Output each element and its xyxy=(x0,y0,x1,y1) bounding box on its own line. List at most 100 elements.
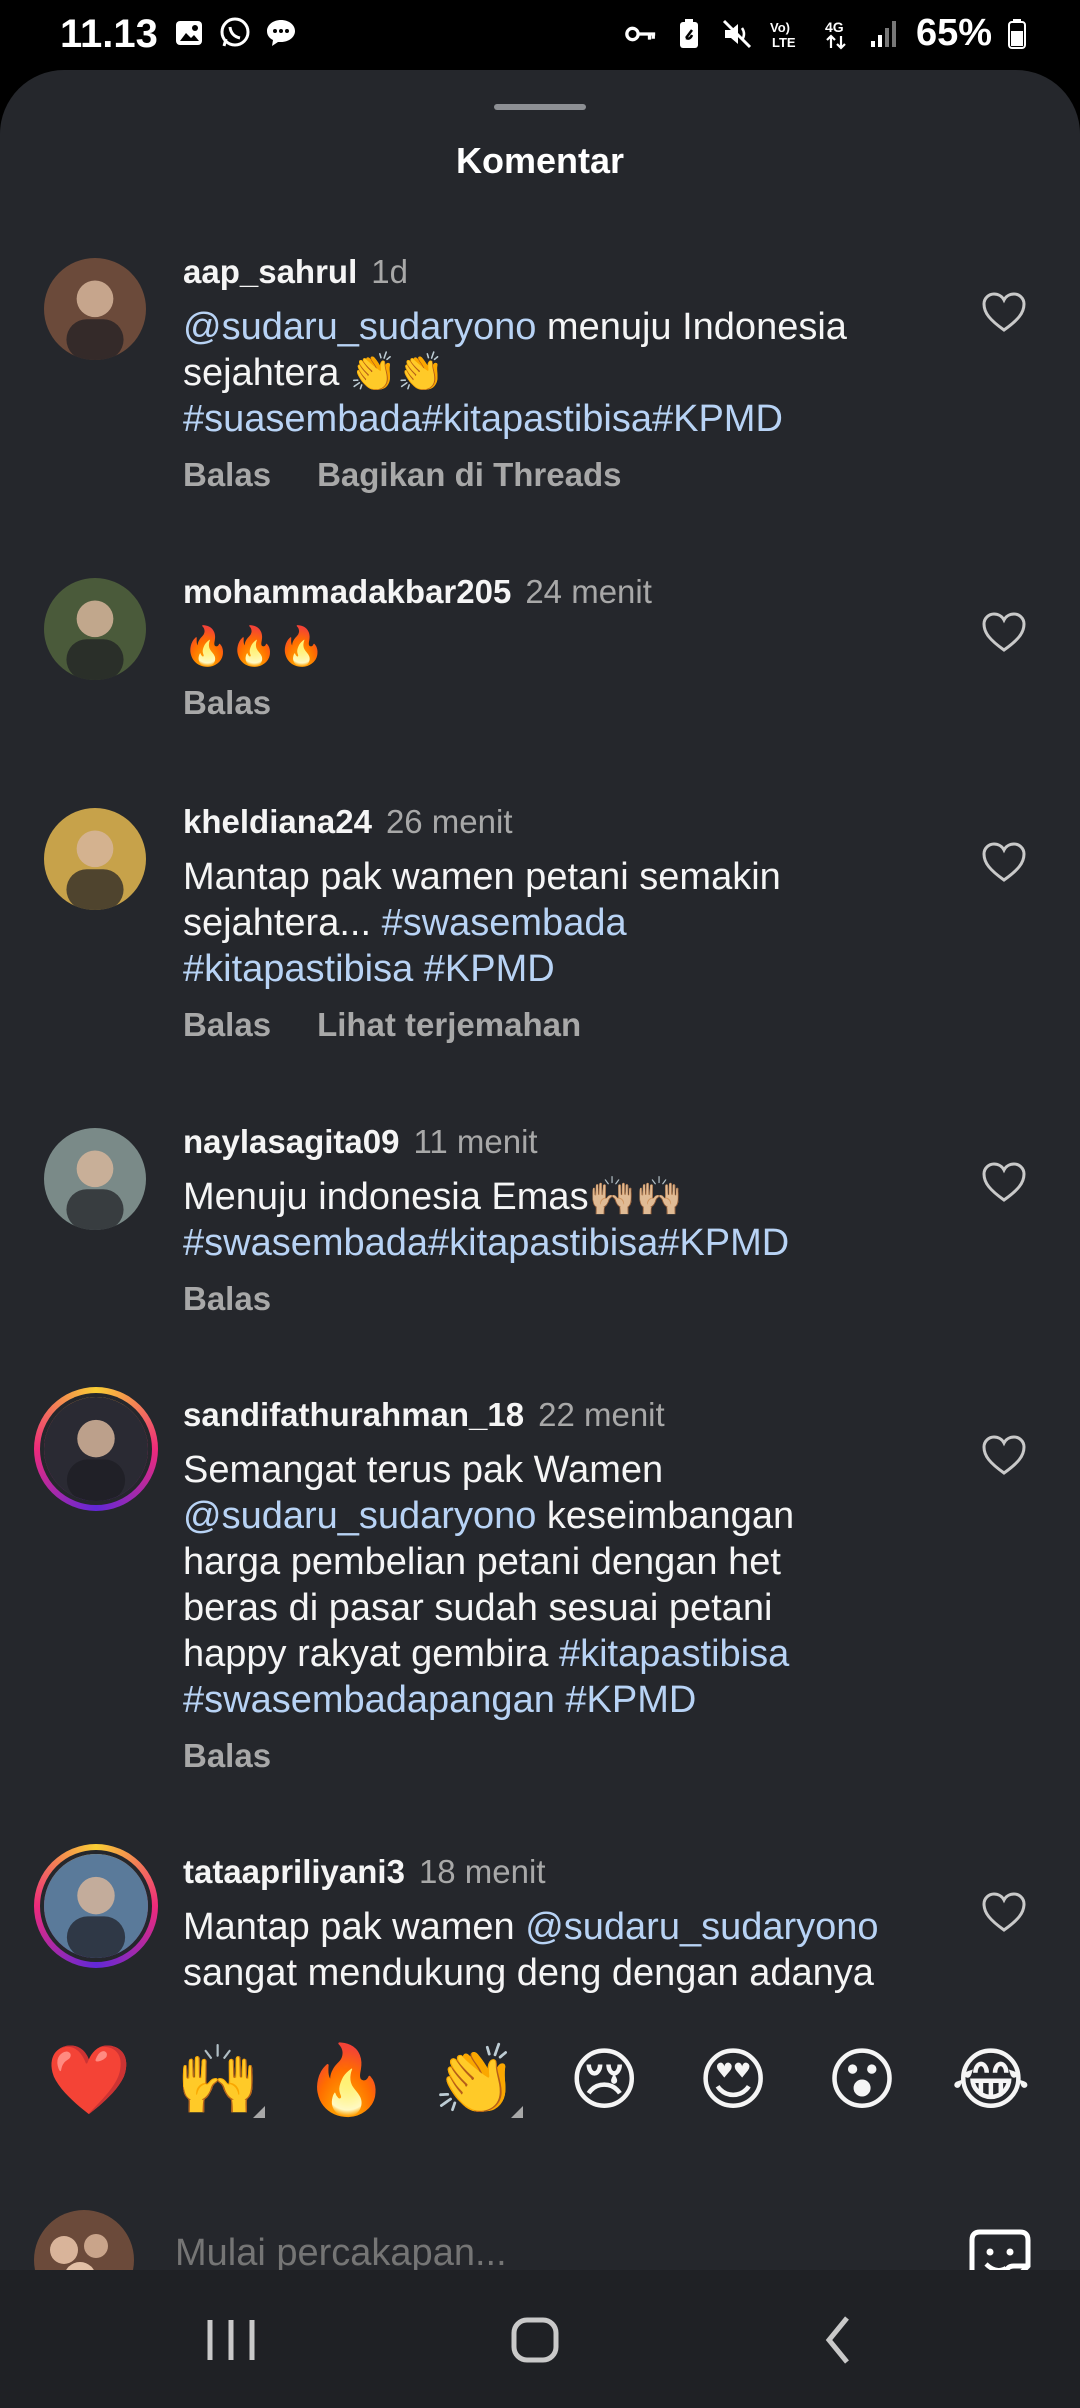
heart-icon[interactable] xyxy=(980,840,1028,884)
comment-header: tataapriliyani3 18 menit xyxy=(183,1850,943,1894)
user-avatar[interactable] xyxy=(44,1128,146,1230)
volte-icon: Vo) LTE xyxy=(768,17,806,51)
comment-username[interactable]: naylasagita09 xyxy=(183,1123,399,1160)
comment-list[interactable]: aap_sahrul 1d @sudaru_sudaryono menuju Ind… xyxy=(0,250,1080,1995)
comment-text: Mantap pak wamen @sudaru_sudaryono sanga… xyxy=(183,1904,943,1995)
comment-actions: Balas Bagikan di Threads xyxy=(183,456,943,494)
skin-tone-indicator xyxy=(252,2106,265,2118)
user-avatar[interactable] xyxy=(34,1844,158,1968)
comment-text: Semangat terus pak Wamen @sudaru_sudaryo… xyxy=(183,1447,943,1723)
raised-hands-emoji-button[interactable]: 🙌 xyxy=(173,2040,265,2120)
system-icons: Vo) LTE 4G 65% xyxy=(624,12,1028,55)
user-avatar[interactable] xyxy=(44,258,146,360)
home-icon[interactable] xyxy=(500,2310,570,2370)
reply-button[interactable]: Balas xyxy=(183,1280,271,1318)
comment-text: 🔥🔥🔥 xyxy=(183,624,943,670)
back-icon[interactable] xyxy=(805,2310,875,2370)
comment-text-segment: 🔥🔥🔥 xyxy=(183,626,325,668)
comment-body: mohammadakbar205 24 menit 🔥🔥🔥 Balas xyxy=(183,570,943,722)
comment-body: naylasagita09 11 menit Menuju indonesia Em… xyxy=(183,1120,943,1318)
secondary-action-button[interactable]: Lihat terjemahan xyxy=(317,1006,581,1044)
comment-timestamp: 1d xyxy=(371,253,408,290)
vpn-key-icon xyxy=(624,17,658,51)
reply-button[interactable]: Balas xyxy=(183,684,271,722)
surprised-emoji-button[interactable]: 😮 xyxy=(817,2041,907,2120)
comment-actions: Balas xyxy=(183,684,943,722)
comment-text: Menuju indonesia Emas🙌🏼🙌🏼 #swasembada#ki… xyxy=(183,1174,943,1266)
fire-emoji: 🔥 xyxy=(304,2041,390,2120)
clap-emoji-button[interactable]: 👏 xyxy=(431,2040,523,2120)
message-icon xyxy=(264,16,298,50)
comment-input[interactable] xyxy=(175,2232,935,2270)
sticker-icon[interactable] xyxy=(966,2226,1034,2270)
clap-emoji: 👏 xyxy=(433,2041,518,2120)
raised-hands-emoji: 🙌 xyxy=(175,2041,261,2120)
comment-body: tataapriliyani3 18 menit Mantap pak wamen … xyxy=(183,1850,943,1995)
comment-text-segment: Mantap pak wamen xyxy=(183,1906,526,1948)
sheet-title: Komentar xyxy=(455,140,625,181)
comment-link[interactable]: #suasembada#kitapastibisa#KPMD xyxy=(183,398,783,440)
emoji-reaction-bar: ❤️ 🙌 🔥 👏 😢 😍 😮 😂 xyxy=(0,2025,1080,2135)
comment-username[interactable]: aap_sahrul xyxy=(183,253,357,290)
comment-text: @sudaru_sudaryono menuju Indonesia sejah… xyxy=(183,304,943,442)
heart-icon[interactable] xyxy=(980,1160,1028,1204)
user-avatar[interactable] xyxy=(44,808,146,910)
comment-link[interactable]: @sudaru_sudaryono xyxy=(183,306,536,348)
comment-username[interactable]: sandifathurahman_18 xyxy=(183,1396,524,1433)
comment-header: mohammadakbar205 24 menit xyxy=(183,570,943,614)
system-navigation-bar xyxy=(0,2270,1080,2408)
comment-timestamp: 26 menit xyxy=(385,803,513,840)
heart-icon[interactable] xyxy=(980,290,1028,334)
comment-body: sandifathurahman_18 22 menit Semangat teru… xyxy=(183,1393,943,1775)
comments-sheet: Komentar aap_sahrul 1d @sudaru_sudaryono m… xyxy=(0,70,1080,2270)
comment-header: sandifathurahman_18 22 menit xyxy=(183,1393,943,1437)
comment-link[interactable]: @sudaru_sudaryono xyxy=(525,1906,878,1948)
fire-emoji-button[interactable]: 🔥 xyxy=(302,2040,392,2120)
reply-button[interactable]: Balas xyxy=(183,1737,271,1775)
comment-timestamp: 18 menit xyxy=(418,1853,546,1890)
comment-username[interactable]: kheldiana24 xyxy=(183,803,372,840)
comment-text: Mantap pak wamen petani semakin sejahter… xyxy=(183,854,943,992)
comment-username[interactable]: mohammadakbar205 xyxy=(183,573,511,610)
whatsapp-icon xyxy=(218,16,252,50)
sad-emoji-button[interactable]: 😢 xyxy=(559,2041,649,2120)
reply-button[interactable]: Balas xyxy=(183,1006,271,1044)
laughing-emoji-button[interactable]: 😂 xyxy=(946,2041,1036,2120)
heart-eyes-emoji-button[interactable]: 😍 xyxy=(688,2041,778,2120)
comment-timestamp: 11 menit xyxy=(413,1123,538,1160)
user-avatar[interactable] xyxy=(44,578,146,680)
comment-actions: Balas xyxy=(183,1280,943,1318)
comment-actions: Balas xyxy=(183,1737,943,1775)
comment-timestamp: 24 menit xyxy=(525,573,652,610)
heart-eyes-emoji: 😍 xyxy=(697,2040,769,2120)
comment-username[interactable]: tataapriliyani3 xyxy=(183,1853,405,1890)
heart-emoji: ❤️ xyxy=(46,2041,132,2120)
battery-icon xyxy=(1006,17,1028,51)
gallery-icon xyxy=(172,16,206,50)
svg-text:LTE: LTE xyxy=(772,35,796,50)
notification-icons xyxy=(172,16,298,50)
heart-icon[interactable] xyxy=(980,1433,1028,1477)
skin-tone-indicator xyxy=(510,2106,523,2118)
heart-emoji-button[interactable]: ❤️ xyxy=(44,2040,134,2120)
laughing-emoji: 😂 xyxy=(951,2040,1031,2120)
sheet-drag-handle[interactable] xyxy=(494,104,586,110)
comment-actions: Balas Lihat terjemahan xyxy=(183,1006,943,1044)
surprised-emoji: 😮 xyxy=(826,2040,898,2120)
user-avatar[interactable] xyxy=(34,1387,158,1511)
comment-link[interactable]: @sudaru_sudaryono xyxy=(183,1495,536,1537)
comment-composer xyxy=(0,2190,1080,2270)
status-bar: 11.13 Vo) LTE 4G 65% xyxy=(0,0,1080,70)
battery-saver-icon xyxy=(672,17,706,51)
comment-link[interactable]: #swasembada#kitapastibisa#KPMD xyxy=(183,1222,789,1264)
battery-percentage: 65% xyxy=(915,12,992,54)
comment-header: naylasagita09 11 menit xyxy=(183,1120,943,1164)
reply-button[interactable]: Balas xyxy=(183,456,271,494)
secondary-action-button[interactable]: Bagikan di Threads xyxy=(317,456,621,494)
comment-timestamp: 22 menit xyxy=(538,1396,665,1433)
recent-apps-icon[interactable] xyxy=(196,2310,266,2370)
svg-text:Vo): Vo) xyxy=(770,20,790,35)
heart-icon[interactable] xyxy=(980,1890,1028,1934)
heart-icon[interactable] xyxy=(980,610,1028,654)
sad-emoji: 😢 xyxy=(568,2040,640,2120)
